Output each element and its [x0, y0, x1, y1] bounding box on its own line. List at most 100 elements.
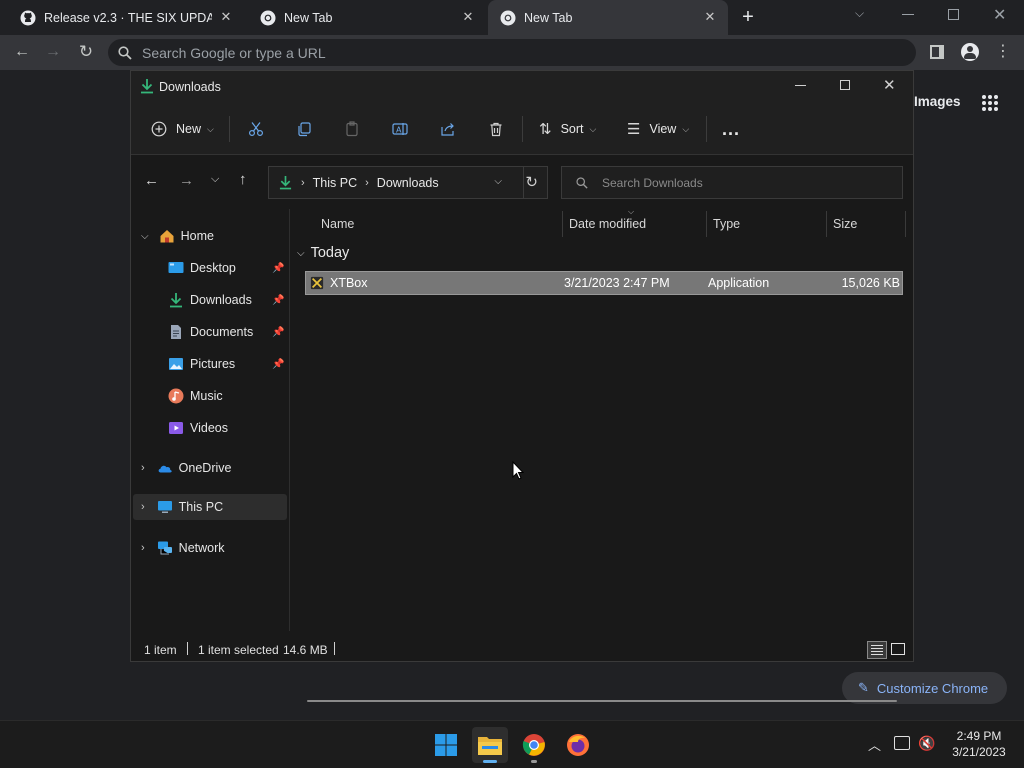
pin-icon[interactable]: 📌 [272, 263, 284, 274]
copy-button[interactable] [296, 115, 312, 143]
apps-grid-icon[interactable] [981, 94, 999, 112]
sort-indicator-icon: ⌵ [628, 207, 635, 216]
nav-item-onedrive[interactable]: › OneDrive [141, 456, 287, 480]
address-history-chevron-icon[interactable]: ⌵ [494, 176, 502, 187]
pin-icon[interactable]: 📌 [272, 295, 284, 306]
close-icon[interactable]: ✕ [702, 9, 718, 25]
horizontal-scrollbar[interactable] [307, 700, 897, 702]
address-bar[interactable]: › This PC › Downloads ⌵ ↻ [268, 166, 548, 199]
share-button[interactable] [440, 115, 456, 143]
images-link[interactable]: Images [914, 94, 961, 109]
column-header-size[interactable]: Size [833, 217, 857, 231]
document-icon [171, 325, 181, 339]
rename-button[interactable]: A [392, 115, 408, 143]
chevron-down-icon: ⌵ [207, 123, 214, 134]
videos-icon [169, 422, 183, 434]
chrome-icon [500, 10, 516, 25]
nav-item-music[interactable]: Music [168, 384, 288, 408]
column-header-type[interactable]: Type [713, 217, 740, 231]
clock[interactable]: 2:49 PM 3/21/2023 [944, 728, 1014, 760]
chrome-icon [260, 10, 276, 25]
minimize-icon[interactable] [902, 14, 914, 15]
close-icon[interactable]: ✕ [460, 9, 476, 25]
back-arrow-icon[interactable]: ← [12, 42, 32, 62]
chevron-up-icon[interactable]: ︿ [868, 735, 881, 754]
taskbar-file-explorer[interactable] [472, 727, 508, 763]
divider [229, 116, 230, 142]
breadcrumb-downloads[interactable]: Downloads [377, 176, 439, 190]
nav-item-videos[interactable]: Videos [168, 416, 288, 440]
sort-arrows-icon: ⇅ [539, 121, 552, 138]
pane-divider[interactable] [289, 209, 290, 631]
nav-item-downloads[interactable]: Downloads 📌 [168, 288, 288, 312]
omnibox[interactable]: Search Google or type a URL [108, 39, 916, 66]
view-button[interactable]: ☰ View ⌵ [627, 115, 689, 143]
file-name: XTBox [330, 276, 368, 290]
home-icon [160, 230, 174, 243]
profile-avatar-icon[interactable] [961, 43, 979, 61]
column-divider[interactable] [826, 211, 827, 237]
nav-item-pictures[interactable]: Pictures 📌 [168, 352, 288, 376]
mouse-cursor-icon [512, 461, 524, 480]
nav-label: Downloads [190, 293, 252, 307]
nav-item-desktop[interactable]: Desktop 📌 [168, 256, 288, 280]
start-button[interactable] [428, 727, 464, 763]
maximize-icon[interactable] [840, 80, 850, 90]
file-row-xtbox[interactable]: XTBox 3/21/2023 2:47 PM Application 15,0… [305, 271, 903, 295]
nav-item-home[interactable]: ⌵ Home [141, 224, 287, 248]
omnibox-placeholder: Search Google or type a URL [142, 44, 326, 61]
column-header-date-modified[interactable]: Date modified [569, 217, 646, 231]
up-arrow-icon[interactable]: ↑ [239, 171, 247, 188]
column-divider[interactable] [706, 211, 707, 237]
cut-button[interactable] [248, 115, 264, 143]
new-button[interactable]: New ⌵ [151, 115, 214, 143]
nav-item-this-pc[interactable]: › This PC [133, 494, 287, 520]
kebab-menu-icon[interactable]: ⋮ [993, 42, 1013, 62]
tab-release[interactable]: Release v2.3 · THE SIX UPDATE · g ✕ [8, 0, 244, 35]
forward-arrow-icon[interactable]: → [179, 172, 194, 189]
network-status-icon[interactable] [894, 736, 910, 750]
reload-icon[interactable]: ↻ [76, 42, 96, 62]
pin-icon[interactable]: 📌 [272, 359, 284, 370]
close-icon[interactable]: ✕ [218, 9, 234, 25]
minimize-icon[interactable] [795, 85, 806, 86]
divider [706, 116, 707, 142]
refresh-icon[interactable]: ↻ [525, 173, 538, 191]
new-tab-button[interactable]: + [738, 6, 758, 28]
sort-button[interactable]: ⇅ Sort ⌵ [539, 115, 596, 143]
network-icon [157, 541, 172, 555]
close-icon[interactable]: ✕ [883, 76, 896, 94]
nav-item-documents[interactable]: Documents 📌 [168, 320, 288, 344]
tab-new-tab-active[interactable]: New Tab ✕ [488, 0, 728, 35]
divider [187, 642, 188, 655]
side-panel-icon[interactable] [930, 45, 944, 59]
speaker-muted-icon[interactable]: 🔇 [918, 735, 935, 752]
column-divider[interactable] [905, 211, 906, 237]
back-arrow-icon[interactable]: ← [144, 172, 159, 189]
svg-text:A: A [396, 126, 402, 135]
group-label: Today [310, 245, 350, 261]
nav-item-network[interactable]: › Network [141, 536, 287, 560]
taskbar-chrome[interactable] [516, 727, 552, 763]
search-downloads-field[interactable]: Search Downloads [561, 166, 903, 199]
forward-arrow-icon[interactable]: → [43, 42, 63, 62]
clock-date: 3/21/2023 [952, 745, 1006, 759]
nav-label: OneDrive [178, 461, 232, 475]
pin-icon[interactable]: 📌 [272, 327, 284, 338]
recent-locations-chevron-icon[interactable]: ⌵ [211, 173, 219, 186]
close-window-icon[interactable]: ✕ [993, 5, 1009, 24]
tab-search-icon[interactable]: ⌵ [855, 6, 871, 22]
breadcrumb-this-pc[interactable]: This PC [313, 176, 357, 190]
paste-button[interactable] [344, 115, 360, 143]
taskbar-firefox[interactable] [560, 727, 596, 763]
group-header-today[interactable]: ⌵ Today [297, 245, 349, 261]
restore-icon[interactable] [948, 9, 959, 20]
column-divider[interactable] [562, 211, 563, 237]
chrome-icon [522, 734, 545, 756]
tab-new-tab[interactable]: New Tab ✕ [248, 0, 486, 35]
large-icons-view-button[interactable] [891, 643, 905, 655]
more-options-button[interactable]: ... [722, 115, 740, 143]
column-header-name[interactable]: Name [321, 217, 354, 231]
details-view-button[interactable] [867, 641, 887, 659]
delete-button[interactable] [488, 115, 504, 143]
